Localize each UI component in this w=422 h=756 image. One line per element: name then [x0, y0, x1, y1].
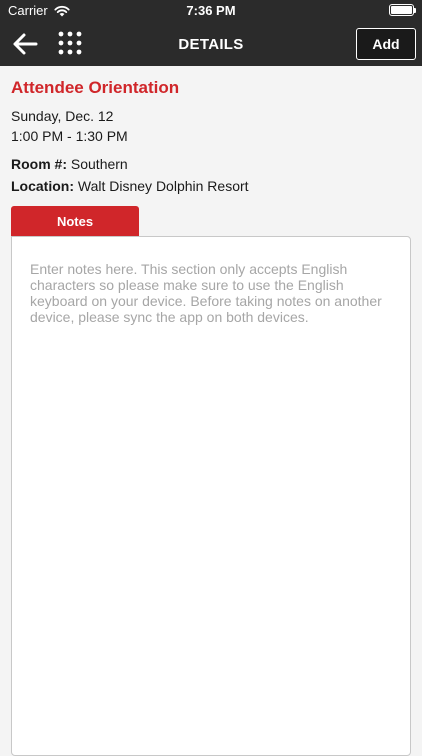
location-value: Walt Disney Dolphin Resort: [77, 178, 249, 194]
room-value: Southern: [70, 156, 128, 172]
notes-textarea[interactable]: Enter notes here. This section only acce…: [11, 236, 411, 756]
battery-fill: [391, 6, 412, 14]
tab-notes[interactable]: Notes: [11, 206, 139, 236]
battery-icon: [389, 4, 416, 16]
session-title: Attendee Orientation: [11, 78, 180, 97]
status-bar: Carrier 7:36 PM: [0, 0, 422, 22]
details-content: Attendee Orientation Sunday, Dec. 12 1:0…: [0, 66, 422, 756]
room-label: Room #:: [11, 156, 67, 172]
status-right: [389, 4, 416, 16]
session-date: Sunday, Dec. 12: [11, 108, 114, 124]
location-info: Location: Walt Disney Dolphin Resort: [11, 178, 249, 194]
add-button[interactable]: Add: [356, 28, 416, 60]
session-time: 1:00 PM - 1:30 PM: [11, 128, 128, 144]
notes-placeholder: Enter notes here. This section only acce…: [30, 261, 382, 325]
nav-bar: DETAILS Add: [0, 22, 422, 66]
location-label: Location:: [11, 178, 74, 194]
status-time: 7:36 PM: [186, 3, 236, 18]
room-info: Room #: Southern: [11, 156, 128, 172]
